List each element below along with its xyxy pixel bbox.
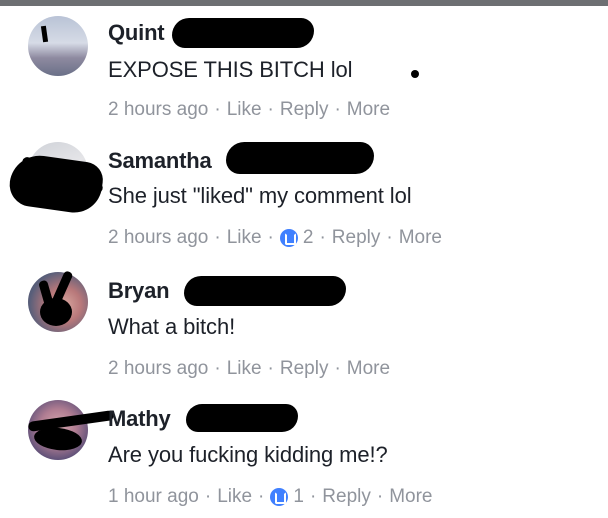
avatar[interactable] (28, 16, 88, 76)
more-link[interactable]: More (399, 227, 442, 249)
name-redaction (184, 276, 346, 306)
separator-dot: · (267, 99, 274, 120)
comment-item: Mathy Are you fucking kidding me!? 1 hou… (0, 386, 608, 514)
comment-author[interactable]: Quint (108, 20, 165, 46)
separator-dot: · (334, 358, 341, 379)
comment-author[interactable]: Bryan (108, 278, 170, 304)
reaction-count[interactable]: 1 (270, 486, 304, 508)
separator-dot: · (214, 227, 221, 248)
comment-meta: 2 hours ago · Like · Reply · More (108, 358, 390, 380)
comment-text: Are you fucking kidding me!? (108, 442, 388, 467)
thumbs-up-icon (279, 229, 298, 247)
reply-link[interactable]: Reply (332, 227, 381, 249)
name-redaction (186, 404, 298, 432)
comment-author[interactable]: Mathy (108, 406, 171, 432)
more-link[interactable]: More (347, 358, 390, 380)
comment-item: Samantha She just "liked" my comment lol… (0, 128, 608, 256)
comment-author[interactable]: Samantha (108, 148, 212, 174)
comment-text: What a bitch! (108, 314, 236, 339)
redaction-mark (411, 70, 419, 78)
more-link[interactable]: More (389, 486, 432, 508)
separator-dot: · (319, 227, 326, 248)
like-count-value: 1 (293, 486, 304, 507)
redaction-mark (40, 298, 72, 326)
reply-link[interactable]: Reply (280, 99, 329, 121)
comment-timestamp[interactable]: 2 hours ago (108, 358, 208, 380)
separator-dot: · (258, 486, 265, 507)
separator-dot: · (334, 99, 341, 120)
comment-timestamp[interactable]: 2 hours ago (108, 99, 208, 121)
separator-dot: · (309, 486, 317, 507)
comment-meta: 2 hours ago · Like · Reply · More (108, 99, 390, 121)
comment-meta: 1 hour ago · Like · 1 · Reply · More (108, 486, 432, 508)
reply-link[interactable]: Reply (280, 358, 329, 380)
comment-text: She just "liked" my comment lol (108, 183, 412, 208)
separator-dot: · (267, 358, 274, 379)
reaction-count[interactable]: 2 (279, 227, 314, 249)
like-link[interactable]: Like (217, 486, 252, 508)
separator-dot: · (214, 99, 221, 120)
like-link[interactable]: Like (227, 227, 262, 249)
name-redaction (172, 18, 314, 48)
separator-dot: · (376, 486, 384, 507)
separator-dot: · (204, 486, 212, 507)
redaction-mark (40, 25, 49, 43)
reply-link[interactable]: Reply (322, 486, 371, 508)
separator-dot: · (386, 227, 393, 248)
comment-timestamp[interactable]: 1 hour ago (108, 486, 199, 508)
comment-text: EXPOSE THIS BITCH lol (108, 57, 353, 82)
more-link[interactable]: More (347, 99, 390, 121)
separator-dot: · (214, 358, 221, 379)
separator-dot: · (267, 227, 274, 248)
like-link[interactable]: Like (227, 99, 262, 121)
comment-item: Bryan What a bitch! 2 hours ago · Like ·… (0, 258, 608, 386)
comment-meta: 2 hours ago · Like · 2 · Reply · More (108, 227, 442, 249)
name-redaction (226, 142, 374, 174)
like-link[interactable]: Like (227, 358, 262, 380)
comment-timestamp[interactable]: 2 hours ago (108, 227, 208, 249)
like-count-value: 2 (302, 227, 314, 248)
comment-item: Quint EXPOSE THIS BITCH lol 2 hours ago … (0, 0, 608, 128)
thumbs-up-icon (270, 488, 289, 506)
